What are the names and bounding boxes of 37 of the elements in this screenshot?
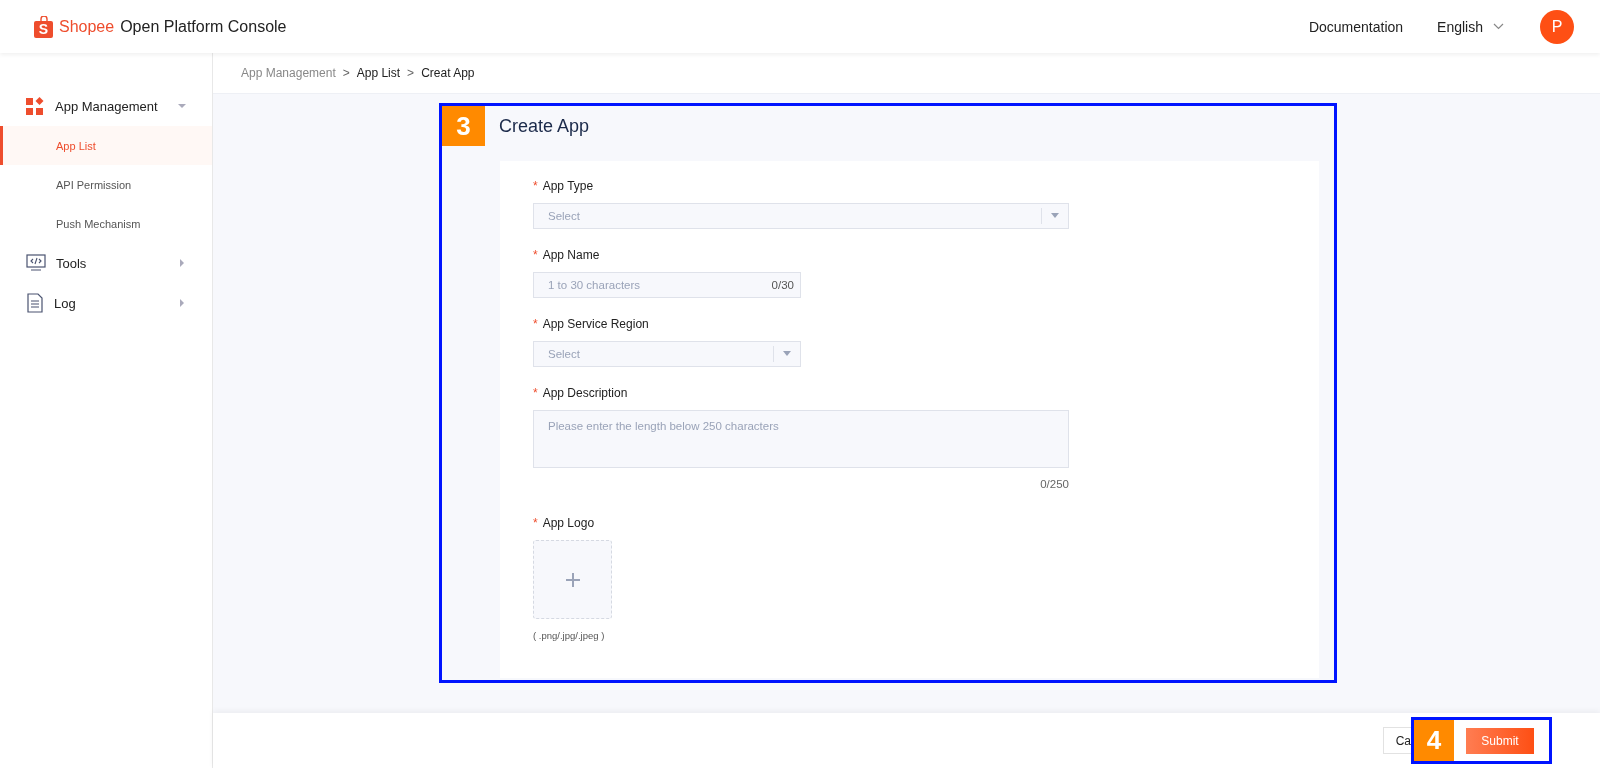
breadcrumb-item: App List xyxy=(356,66,401,80)
logo: S xyxy=(34,15,53,38)
field-label: * App Type xyxy=(533,179,595,193)
page-title: Create App xyxy=(499,115,590,137)
app-title: Open Platform Console xyxy=(120,17,287,36)
sidebar-subitem[interactable]: API Permission xyxy=(0,165,212,204)
field-label: * App Logo xyxy=(533,516,596,530)
sidebar-item[interactable]: Tools xyxy=(0,243,212,283)
step-badge: 3 xyxy=(442,106,485,146)
breadcrumb-item: Creat App xyxy=(421,66,475,80)
file-type-hint: ( .png/.jpg/.jpeg ) xyxy=(533,630,606,641)
caret-icon xyxy=(178,102,186,110)
sidebar-item[interactable]: Log xyxy=(0,283,212,323)
sidebar-subitem[interactable]: App List xyxy=(0,126,212,165)
field-label: * App Service Region xyxy=(533,317,650,331)
chevron-down-icon xyxy=(1493,23,1504,30)
brand-name: Shopee xyxy=(59,17,115,36)
upload-area[interactable] xyxy=(533,540,612,619)
field-label: * App Name xyxy=(533,248,601,262)
sidebar-item[interactable]: App Management xyxy=(0,86,212,126)
plus-icon xyxy=(565,572,580,587)
char-counter: 0/250 xyxy=(1039,478,1069,490)
document-icon xyxy=(26,293,44,313)
breadcrumb-separator: > xyxy=(407,66,415,80)
grid-icon xyxy=(26,96,45,116)
cancel-button[interactable]: Ca xyxy=(1382,727,1411,754)
code-monitor-icon xyxy=(26,254,46,272)
caret-icon xyxy=(178,259,186,267)
step-badge: 4 xyxy=(1414,720,1454,761)
caret-icon xyxy=(178,299,186,307)
language-selector[interactable]: English xyxy=(1437,18,1504,35)
input-field[interactable]: 1 to 30 characters 0/30 xyxy=(533,272,801,298)
nav-link[interactable]: Documentation xyxy=(1308,18,1404,35)
field-label: * App Description xyxy=(533,386,629,400)
breadcrumb-separator: > xyxy=(342,66,350,80)
sidebar-subitem[interactable]: Push Mechanism xyxy=(0,204,212,243)
breadcrumb-item[interactable]: App Management xyxy=(241,66,336,80)
